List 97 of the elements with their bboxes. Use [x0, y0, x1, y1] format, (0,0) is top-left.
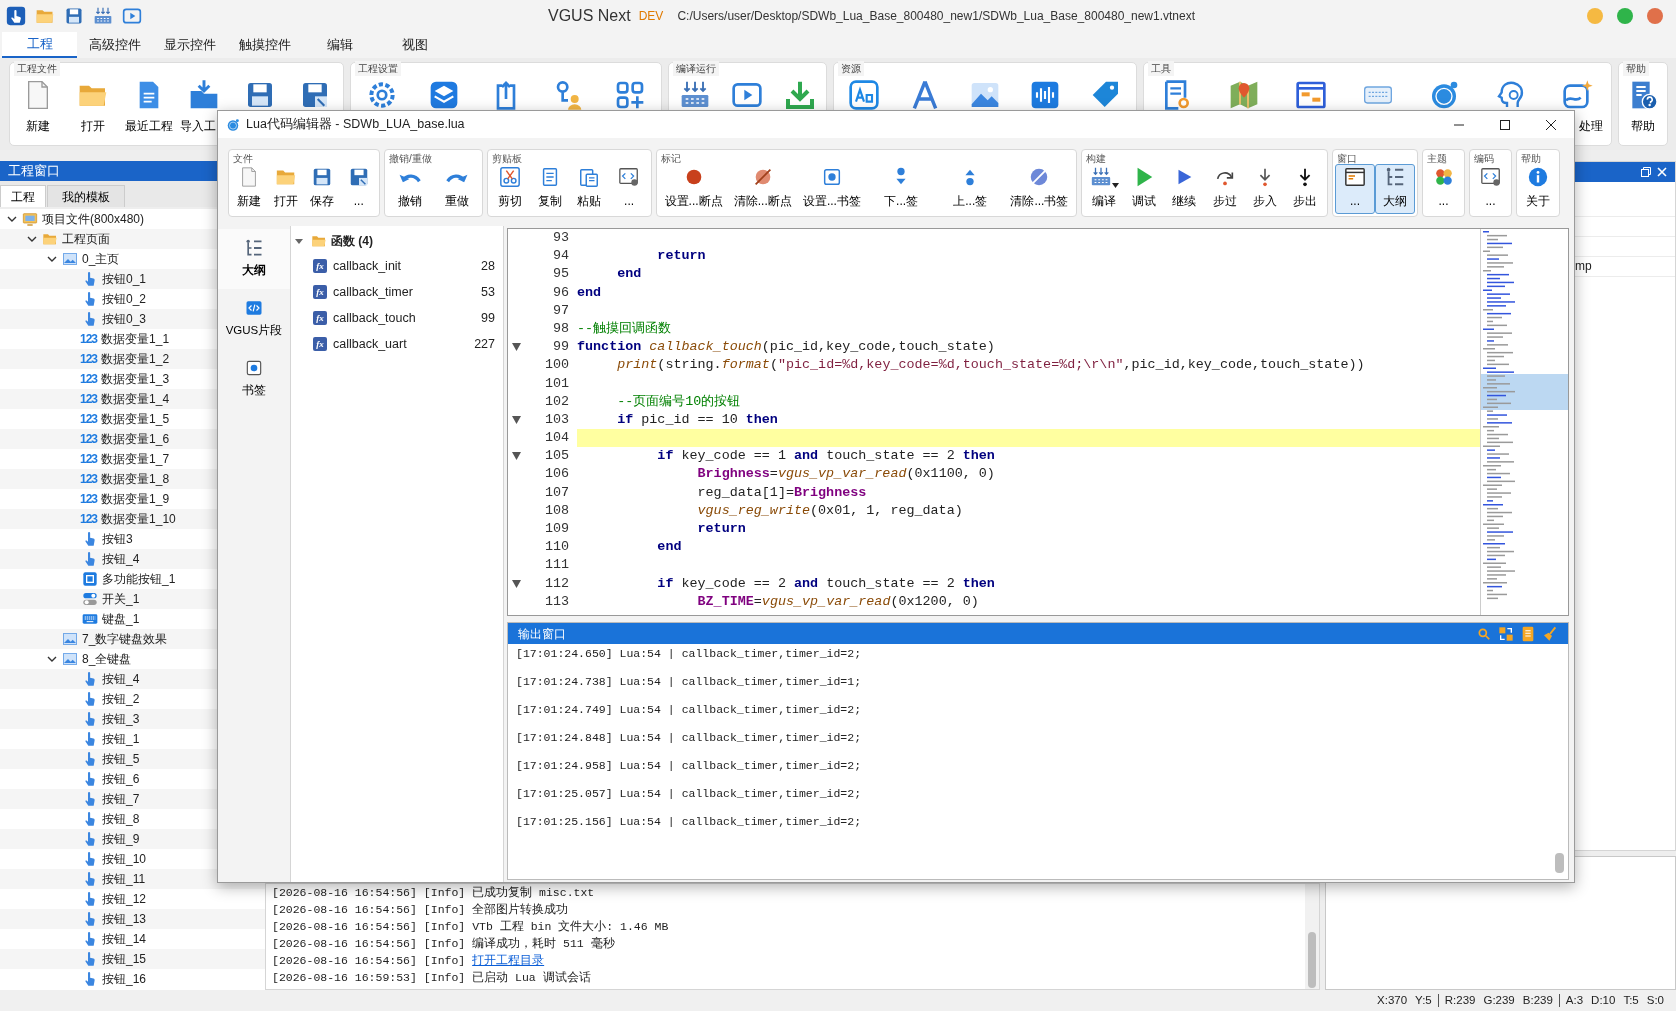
code-line: --触摸回调函数	[577, 319, 673, 338]
output-line: [17:01:24.848] Lua:54 | callback_timer,timer_id=2;	[516, 730, 863, 745]
line-number: 95	[551, 265, 569, 284]
status-text: B:239	[1522, 992, 1553, 1008]
code-line: function callback_touch(pic_id,key_code,touch_state)	[577, 338, 996, 357]
function-icon: fx	[313, 337, 327, 351]
line-number: 99	[551, 338, 569, 357]
number-icon: 123	[80, 492, 98, 506]
line-number: 98	[551, 319, 569, 338]
group-title: 标记	[661, 152, 681, 166]
code-line: --页面编号10的按钮	[616, 392, 742, 411]
function-icon: fx	[313, 311, 327, 325]
panel-title: 输出窗口	[518, 625, 566, 643]
line-number: 107	[543, 483, 569, 502]
code-line: if key_code == 2 and touch_state == 2 then	[656, 574, 996, 593]
group-title: 编码	[1474, 152, 1494, 166]
group-title: 工程文件	[14, 61, 60, 76]
app-title: VGUS Next	[548, 6, 631, 26]
log-line: [2026-08-16 16:59:53] [Info] 已启动 Lua 调试会话	[272, 970, 592, 986]
code-line: reg_data[1]=Brighness	[696, 483, 868, 502]
window-title: Lua代码编辑器 - SDWb_LUA_base.lua	[246, 116, 465, 134]
status-text: D:10	[1591, 992, 1616, 1008]
number-icon: 123	[80, 412, 98, 426]
number-icon: 123	[80, 432, 98, 446]
status-text: A:3	[1565, 992, 1584, 1008]
code-line: BZ_TIME=vgus_vp_var_read(0x1200, 0)	[696, 592, 980, 611]
output-line: [17:01:24.650] Lua:54 | callback_timer,timer_id=2;	[516, 646, 863, 661]
line-number: 102	[543, 392, 569, 411]
code-line: if key_code == 1 and touch_state == 2 then	[656, 447, 996, 466]
status-text: X:370	[1377, 992, 1408, 1008]
status-text: T:5	[1623, 992, 1639, 1008]
log-line: [2026-08-16 16:54:56] [Info] VTb 工程 bin 文件大小: 1.46 MB	[272, 919, 670, 935]
line-number: 227	[474, 335, 496, 353]
line-number: 93	[551, 229, 569, 247]
group-title: 剪贴板	[492, 152, 522, 166]
code-line: vgus_reg_write(0x01, 1, reg_data)	[696, 501, 964, 520]
group-title: 撤销/重做	[389, 152, 432, 166]
number-icon: 123	[80, 452, 98, 466]
log-line: [2026-08-16 16:54:56] [Info] 已成功复制 misc.txt	[272, 885, 596, 901]
status-text: Y:5	[1415, 992, 1432, 1008]
log-line: [2026-08-16 16:54:56] [Info] 打开工程目录	[272, 953, 546, 969]
group-title: 主题	[1427, 152, 1447, 166]
property-value: mp	[1575, 258, 1592, 275]
line-number: 111	[543, 556, 569, 575]
group-title: 帮助	[1623, 61, 1649, 76]
line-number: 97	[551, 301, 569, 320]
line-number: 94	[551, 247, 569, 266]
code-line: return	[656, 247, 707, 266]
number-icon: 123	[80, 372, 98, 386]
line-number: 53	[481, 283, 496, 301]
code-line: end	[577, 283, 603, 302]
line-number: 112	[543, 574, 569, 593]
log-line: [2026-08-16 16:54:56] [Info] 全部图片转换成功	[272, 902, 570, 918]
function-icon: fx	[313, 259, 327, 273]
status-text: S:0	[1646, 992, 1664, 1008]
line-number: 109	[543, 520, 569, 538]
line-number: 106	[543, 465, 569, 484]
group-title: 窗口	[1337, 152, 1357, 166]
group-title: 构建	[1086, 152, 1106, 166]
line-number: 113	[543, 592, 569, 611]
log-line: [2026-08-16 16:54:56] [Info] 编译成功，耗时 511 毫秒	[272, 936, 616, 952]
line-number: 105	[543, 447, 569, 466]
code-line: Brighness=vgus_vp_var_read(0x1100, 0)	[696, 465, 996, 484]
line-number: 104	[543, 429, 569, 448]
line-number: 103	[543, 410, 569, 429]
output-line: [17:01:24.738] Lua:54 | callback_timer,timer_id=1;	[516, 674, 863, 689]
group-title: 帮助	[1521, 152, 1541, 166]
function-icon: fx	[313, 285, 327, 299]
code-line: print(string.format("pic_id=%d,key_code=%d,touch_state=%d;\r\n",pic_id,key_code,touch_state))	[616, 356, 1366, 375]
line-number: 101	[543, 374, 569, 393]
code-line: return	[696, 520, 747, 538]
edition-label: DEV	[638, 8, 664, 25]
code-line: end	[656, 538, 683, 557]
group-title: 资源	[838, 61, 864, 76]
number-icon: 123	[80, 392, 98, 406]
output-line: [17:01:24.749] Lua:54 | callback_timer,timer_id=2;	[516, 702, 863, 717]
output-line: [17:01:24.958] Lua:54 | callback_timer,timer_id=2;	[516, 758, 863, 773]
group-title: 编译运行	[673, 61, 719, 76]
group-title: 工程设置	[355, 61, 401, 76]
line-number: 96	[551, 283, 569, 302]
file-path: C:/Users/user/Desktop/SDWb_Lua_Base_800480_new1/SDWb_Lua_Base_800480_new1.vtnext	[677, 8, 1196, 25]
number-icon: 123	[80, 332, 98, 346]
code-line: if pic_id == 10 then	[616, 410, 779, 429]
line-number: 108	[543, 501, 569, 520]
status-text: G:239	[1483, 992, 1515, 1008]
code-line: end	[616, 265, 643, 284]
output-line: [17:01:25.057] Lua:54 | callback_timer,timer_id=2;	[516, 786, 863, 801]
group-title: 工具	[1148, 61, 1174, 76]
line-number: 99	[481, 309, 496, 327]
number-icon: 123	[80, 472, 98, 486]
line-number: 28	[481, 257, 496, 275]
output-line: [17:01:25.156] Lua:54 | callback_timer,timer_id=2;	[516, 814, 863, 829]
number-icon: 123	[80, 352, 98, 366]
number-icon: 123	[80, 512, 98, 526]
line-number: 100	[543, 356, 569, 375]
line-number: 110	[543, 538, 569, 557]
status-text: R:239	[1444, 992, 1476, 1008]
